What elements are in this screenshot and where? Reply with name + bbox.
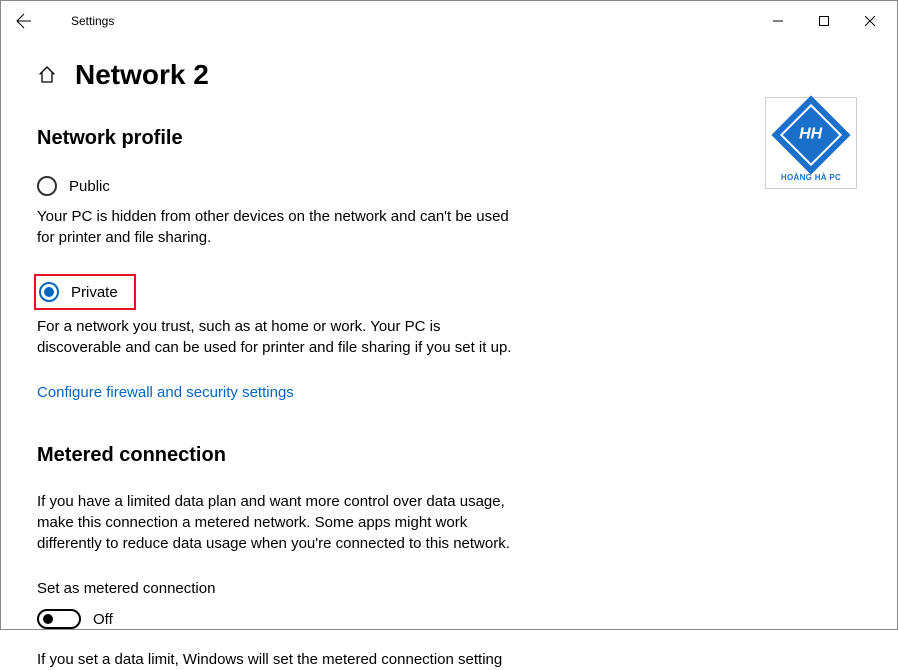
metered-toggle[interactable]: [37, 609, 81, 629]
radio-private-dot: [44, 287, 54, 297]
public-description: Your PC is hidden from other devices on …: [37, 206, 517, 248]
private-description: For a network you trust, such as at home…: [37, 316, 517, 358]
radio-public[interactable]: Public: [37, 174, 861, 198]
window-title: Settings: [71, 14, 114, 28]
metered-toggle-status: Off: [93, 611, 113, 628]
radio-private-indicator: [39, 282, 59, 302]
maximize-button[interactable]: [801, 5, 847, 37]
close-button[interactable]: [847, 5, 893, 37]
metered-toggle-label: Set as metered connection: [37, 580, 861, 597]
home-icon[interactable]: [37, 65, 57, 85]
metered-description: If you have a limited data plan and want…: [37, 491, 517, 554]
radio-public-indicator: [37, 176, 57, 196]
metered-toggle-row: Off: [37, 609, 861, 629]
radio-public-label: Public: [69, 178, 110, 195]
brand-logo: HH HOÀNG HÀ PC: [765, 97, 857, 189]
back-button[interactable]: [5, 2, 43, 40]
metered-heading: Metered connection: [37, 444, 861, 467]
toggle-knob: [43, 614, 53, 624]
title-bar: Settings: [1, 1, 897, 41]
private-highlight: Private: [34, 274, 136, 310]
logo-monogram: HH: [799, 125, 822, 143]
page-header: Network 2: [37, 59, 861, 91]
firewall-settings-link[interactable]: Configure firewall and security settings: [37, 384, 294, 401]
radio-private-label: Private: [71, 284, 118, 301]
datalimit-text: If you set a data limit, Windows will se…: [37, 649, 517, 670]
window-controls: [755, 5, 893, 37]
minimize-button[interactable]: [755, 5, 801, 37]
content-area: Network 2 Network profile Public Your PC…: [1, 41, 897, 670]
network-profile-heading: Network profile: [37, 127, 861, 150]
logo-diamond-icon: HH: [771, 95, 850, 174]
radio-private[interactable]: Private: [39, 280, 118, 304]
page-title: Network 2: [75, 59, 209, 91]
